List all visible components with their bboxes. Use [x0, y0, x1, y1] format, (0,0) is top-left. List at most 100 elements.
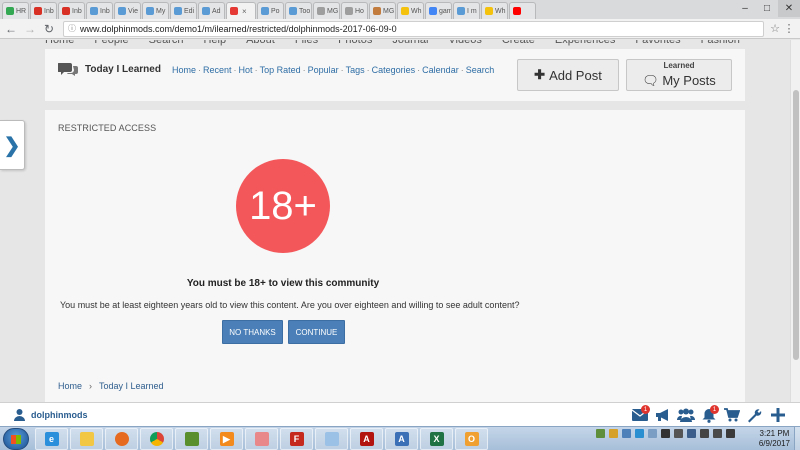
- add-post-button[interactable]: ✚ Add Post: [517, 59, 619, 91]
- eraser-app[interactable]: [245, 428, 278, 450]
- maximize-icon[interactable]: □: [756, 0, 778, 17]
- bookmark-star-icon[interactable]: ☆: [768, 22, 782, 35]
- browser-tab[interactable]: Edi: [170, 2, 197, 19]
- browser-tab[interactable]: ×: [226, 2, 256, 19]
- browser-tab[interactable]: My: [142, 2, 169, 19]
- topnav-item[interactable]: Search: [149, 40, 184, 46]
- page-scrollbar[interactable]: [790, 40, 800, 402]
- browser-tab[interactable]: I m: [453, 2, 480, 19]
- tray-gear-icon[interactable]: [622, 429, 631, 438]
- scrollbar-thumb[interactable]: [793, 90, 799, 360]
- page-info-icon[interactable]: ⓘ: [68, 23, 76, 34]
- clock-time: 3:21 PM: [759, 429, 790, 438]
- tray-network-icon[interactable]: [700, 429, 709, 438]
- tools-button[interactable]: [744, 405, 765, 425]
- tray-cloud-icon[interactable]: [648, 429, 657, 438]
- browser-tab[interactable]: Inb: [86, 2, 113, 19]
- back-icon[interactable]: ←: [3, 22, 19, 36]
- community-link[interactable]: Hot: [239, 65, 253, 75]
- community-link[interactable]: Recent: [203, 65, 232, 75]
- topnav-item[interactable]: Favorites: [635, 40, 680, 46]
- tray-app-icon[interactable]: [609, 429, 618, 438]
- chrome-app[interactable]: [140, 428, 173, 450]
- community-link[interactable]: Categories: [372, 65, 416, 75]
- continue-button[interactable]: CONTINUE: [288, 320, 345, 344]
- topnav-item[interactable]: Create: [502, 40, 535, 46]
- minimize-icon[interactable]: –: [734, 0, 756, 17]
- mail-button[interactable]: 1: [629, 405, 650, 425]
- show-desktop-button[interactable]: [794, 427, 800, 450]
- sidebar-toggle[interactable]: ❯: [0, 120, 25, 170]
- tray-shield-icon[interactable]: [596, 429, 605, 438]
- community-link[interactable]: Calendar: [422, 65, 459, 75]
- topnav-item[interactable]: Files: [295, 40, 318, 46]
- my-posts-button[interactable]: Learned 🗨 My Posts: [626, 59, 732, 91]
- topnav-item[interactable]: Fashion: [701, 40, 740, 46]
- browser-tab[interactable]: Vie: [114, 2, 141, 19]
- community-link[interactable]: Tags: [346, 65, 365, 75]
- browser-tab[interactable]: Wh: [481, 2, 508, 19]
- topnav-item[interactable]: Photos: [338, 40, 372, 46]
- browser-menu-icon[interactable]: ⋮: [782, 22, 796, 35]
- internet-explorer-app[interactable]: e: [35, 428, 68, 450]
- browser-tab[interactable]: Po: [257, 2, 284, 19]
- breadcrumb-home[interactable]: Home: [58, 381, 82, 391]
- tab-label: I m: [467, 7, 477, 15]
- outlook-app[interactable]: O: [455, 428, 488, 450]
- firefox-app[interactable]: [105, 428, 138, 450]
- tray-pen-icon[interactable]: [674, 429, 683, 438]
- tab-close-icon[interactable]: ×: [242, 7, 247, 16]
- taskbar-clock[interactable]: 3:21 PM 6/9/2017: [759, 429, 790, 449]
- footer-user[interactable]: dolphinmods: [13, 408, 88, 421]
- topnav-item[interactable]: Experiences: [555, 40, 616, 46]
- frog-app[interactable]: [175, 428, 208, 450]
- tray-volume-icon[interactable]: [726, 429, 735, 438]
- browser-tab[interactable]: HR: [2, 2, 29, 19]
- browser-tab[interactable]: Too: [285, 2, 312, 19]
- url-field[interactable]: ⓘ www.dolphinmods.com/demo1/m/ilearned/r…: [63, 20, 764, 37]
- browser-tab[interactable]: Ad: [198, 2, 225, 19]
- topnav-item[interactable]: Journal: [392, 40, 428, 46]
- topnav-item[interactable]: People: [94, 40, 128, 46]
- community-link[interactable]: Search: [466, 65, 495, 75]
- community-link[interactable]: Top Rated: [260, 65, 301, 75]
- browser-tab[interactable]: gam: [425, 2, 452, 19]
- announcements-button[interactable]: [652, 405, 673, 425]
- browser-tab[interactable]: Inb: [30, 2, 57, 19]
- browser-tab[interactable]: Wh: [397, 2, 424, 19]
- excel-app[interactable]: X: [420, 428, 453, 450]
- topnav-item[interactable]: Home: [45, 40, 74, 46]
- browser-tab[interactable]: Inb: [58, 2, 85, 19]
- breadcrumb-current[interactable]: Today I Learned: [99, 381, 164, 391]
- footer-username: dolphinmods: [31, 409, 88, 420]
- filezilla-app[interactable]: F: [280, 428, 313, 450]
- community-link[interactable]: Popular: [308, 65, 339, 75]
- create-button[interactable]: [767, 405, 788, 425]
- tray-battery-icon[interactable]: [713, 429, 722, 438]
- community-link[interactable]: Home: [172, 65, 196, 75]
- tray-display-icon[interactable]: [687, 429, 696, 438]
- browser-tab[interactable]: [509, 2, 536, 19]
- no-thanks-button[interactable]: NO THANKS: [222, 320, 283, 344]
- start-button[interactable]: [3, 428, 29, 450]
- tray-flag-icon[interactable]: [661, 429, 670, 438]
- file-explorer-app[interactable]: [70, 428, 103, 450]
- notifications-button[interactable]: 1: [698, 405, 719, 425]
- text-app[interactable]: A: [385, 428, 418, 450]
- friends-button[interactable]: [675, 405, 696, 425]
- community-title[interactable]: Today I Learned: [85, 64, 161, 75]
- topnav-item[interactable]: Help: [203, 40, 226, 46]
- browser-tab[interactable]: Ho: [341, 2, 368, 19]
- paint-app[interactable]: [315, 428, 348, 450]
- media-player-app[interactable]: ▶: [210, 428, 243, 450]
- close-window-icon[interactable]: ✕: [778, 0, 800, 17]
- forward-icon[interactable]: →: [22, 22, 38, 36]
- reload-icon[interactable]: ↻: [41, 22, 57, 36]
- cart-button[interactable]: [721, 405, 742, 425]
- browser-tab[interactable]: MG: [369, 2, 396, 19]
- topnav-item[interactable]: Videos: [448, 40, 481, 46]
- tray-update-icon[interactable]: [635, 429, 644, 438]
- acrobat-app[interactable]: A: [350, 428, 383, 450]
- browser-tab[interactable]: MG: [313, 2, 340, 19]
- topnav-item[interactable]: About: [246, 40, 275, 46]
